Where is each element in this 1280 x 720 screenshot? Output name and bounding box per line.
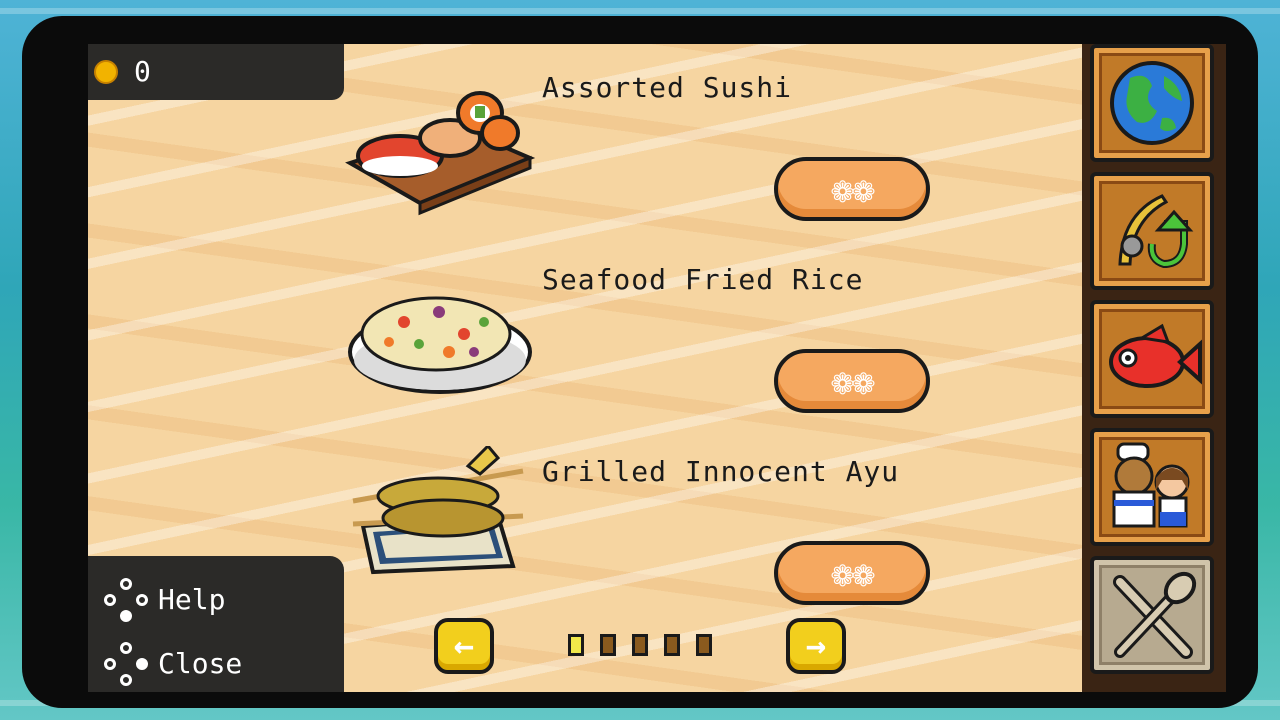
rod-upgrade-button[interactable] — [1090, 172, 1214, 290]
cutlery-x-icon — [1113, 571, 1197, 659]
coin-counter: 0 — [88, 44, 344, 100]
page-indicator — [696, 634, 712, 656]
coin-count: 0 — [134, 55, 151, 88]
controls-hint: Help Close — [88, 556, 344, 692]
help-label: Help — [158, 583, 226, 616]
world-map-button[interactable] — [1090, 44, 1214, 162]
help-control[interactable]: Help — [104, 578, 225, 622]
red-fish-icon — [1109, 323, 1202, 388]
fishing-rod-upgrade-icon — [1118, 194, 1194, 269]
cutlery-icon: ❁❁ — [831, 359, 875, 403]
dpad-icon — [104, 642, 148, 686]
dish-name: Assorted Sushi — [542, 71, 793, 104]
eat-button[interactable]: ❁❁ — [774, 541, 930, 605]
page-indicator — [568, 634, 584, 656]
eat-button[interactable]: ❁❁ — [774, 349, 930, 413]
page-indicator — [632, 634, 648, 656]
fish-button[interactable] — [1090, 300, 1214, 418]
arrow-left-icon: ← — [453, 626, 475, 666]
prev-page-button[interactable]: ← — [434, 618, 494, 674]
dish-name: Grilled Innocent Ayu — [542, 455, 900, 488]
page-indicator — [600, 634, 616, 656]
coin-icon — [94, 60, 118, 84]
cutlery-icon: ❁❁ — [831, 551, 875, 595]
arrow-right-icon: → — [805, 626, 827, 666]
dish-name: Seafood Fried Rice — [542, 263, 864, 296]
grilled-ayu-icon — [352, 446, 524, 575]
page-indicator — [664, 634, 680, 656]
crew-icon — [1112, 442, 1190, 528]
cutlery-icon: ❁❁ — [831, 167, 875, 211]
close-label: Close — [158, 647, 243, 680]
globe-icon — [1110, 61, 1194, 145]
fried-rice-icon — [348, 296, 532, 394]
next-page-button[interactable]: → — [786, 618, 846, 674]
eat-button[interactable]: ❁❁ — [774, 157, 930, 221]
dpad-icon — [104, 578, 148, 622]
sushi-icon — [345, 91, 536, 216]
cooking-menu-button[interactable] — [1090, 556, 1214, 674]
close-control[interactable]: Close — [104, 642, 242, 686]
crew-button[interactable] — [1090, 428, 1214, 546]
